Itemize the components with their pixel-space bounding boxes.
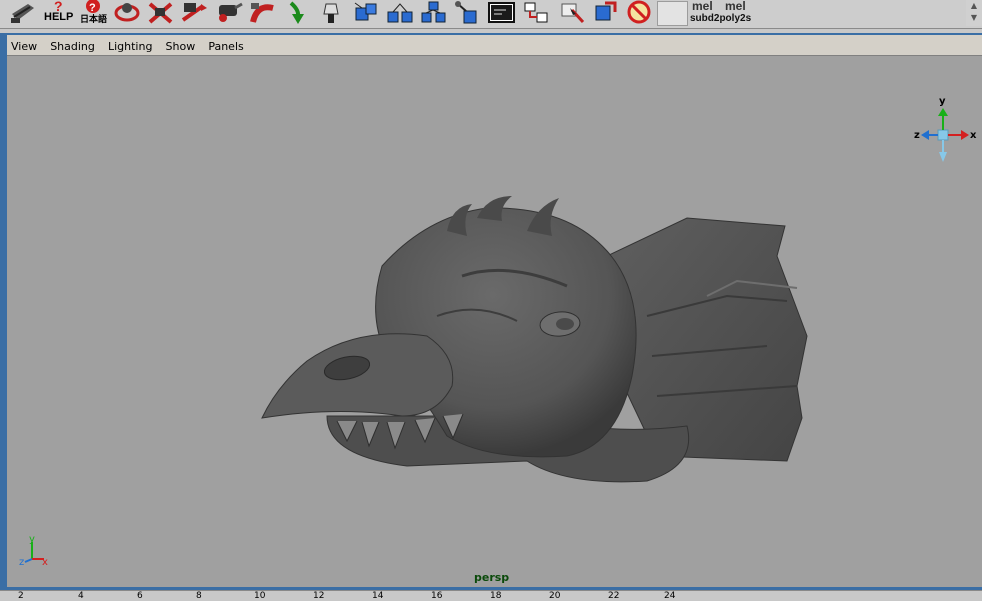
dragon-head-model[interactable] bbox=[261, 196, 808, 483]
camera-name-label: persp bbox=[474, 571, 510, 584]
menu-view[interactable]: View bbox=[7, 37, 41, 57]
scroll-up-icon[interactable]: ▲ bbox=[966, 0, 982, 12]
bend-icon[interactable] bbox=[247, 0, 278, 25]
script-editor-icon[interactable] bbox=[486, 0, 517, 25]
help-label: HELP bbox=[44, 11, 74, 23]
time-slider[interactable]: 2 4 6 8 10 12 14 16 18 20 22 24 bbox=[0, 590, 982, 601]
corner-y-label: y bbox=[29, 534, 35, 545]
japanese-label: 日本語 bbox=[80, 14, 108, 24]
gizmo-y-label: y bbox=[939, 96, 946, 107]
cube-hierarchy-icon[interactable] bbox=[385, 0, 416, 25]
mel-button-1[interactable]: mel bbox=[692, 0, 722, 14]
menu-show[interactable]: Show bbox=[162, 37, 200, 57]
gizmo-y-arrow[interactable] bbox=[938, 108, 948, 116]
gizmo-x-label: x bbox=[970, 130, 977, 141]
blank-shelf-button[interactable] bbox=[657, 1, 688, 26]
no-symbol-icon[interactable] bbox=[624, 0, 655, 25]
lamp-icon[interactable] bbox=[316, 0, 347, 25]
menu-lighting[interactable]: Lighting bbox=[104, 37, 156, 57]
view-axis-gizmo[interactable] bbox=[921, 108, 969, 162]
camera-tool-icon[interactable] bbox=[213, 0, 244, 25]
select-cube-icon[interactable] bbox=[556, 0, 587, 25]
cube-link-icon[interactable] bbox=[452, 0, 483, 25]
crossed-tools-icon[interactable] bbox=[145, 0, 176, 25]
viewport-canvas: y x z y x z bbox=[19, 96, 977, 568]
brush-icon[interactable] bbox=[8, 0, 39, 25]
gizmo-x-arrow[interactable] bbox=[961, 130, 969, 140]
scroll-down-icon[interactable]: ▼ bbox=[966, 12, 982, 24]
gizmo-z-label: z bbox=[914, 130, 920, 141]
cube-group-icon[interactable] bbox=[350, 0, 381, 25]
move-tool-icon[interactable] bbox=[179, 0, 210, 25]
cube-arrow-icon[interactable] bbox=[590, 0, 621, 25]
corner-x-label: x bbox=[42, 557, 48, 568]
corner-z-label: z bbox=[19, 557, 24, 568]
outliner-icon[interactable] bbox=[521, 0, 552, 25]
down-arrow-icon[interactable] bbox=[283, 0, 314, 25]
mel-buttons: mel mel subd2poly2s bbox=[690, 0, 760, 26]
cube-network-icon[interactable] bbox=[418, 0, 449, 25]
orbit-icon[interactable] bbox=[112, 0, 143, 25]
menu-shading[interactable]: Shading bbox=[46, 37, 99, 57]
mel-button-label: subd2poly2s bbox=[690, 13, 752, 24]
3d-viewport[interactable]: y x z y x z persp bbox=[7, 56, 982, 587]
gizmo-z-arrow[interactable] bbox=[921, 130, 929, 140]
panel-menu-bar: View Shading Lighting Show Panels bbox=[7, 35, 982, 56]
shelf-scrollbar[interactable]: ▲ ▼ bbox=[966, 0, 982, 26]
mel-button-2[interactable]: mel bbox=[725, 0, 755, 14]
shelf-toolbar: ? HELP ? 日本語 mel mel subd2poly2s ▲ ▼ bbox=[0, 0, 982, 29]
menu-panels[interactable]: Panels bbox=[204, 37, 247, 57]
viewport-panel: View Shading Lighting Show Panels y x z … bbox=[7, 35, 982, 587]
viewport-panel-frame: View Shading Lighting Show Panels y x z … bbox=[4, 33, 982, 590]
